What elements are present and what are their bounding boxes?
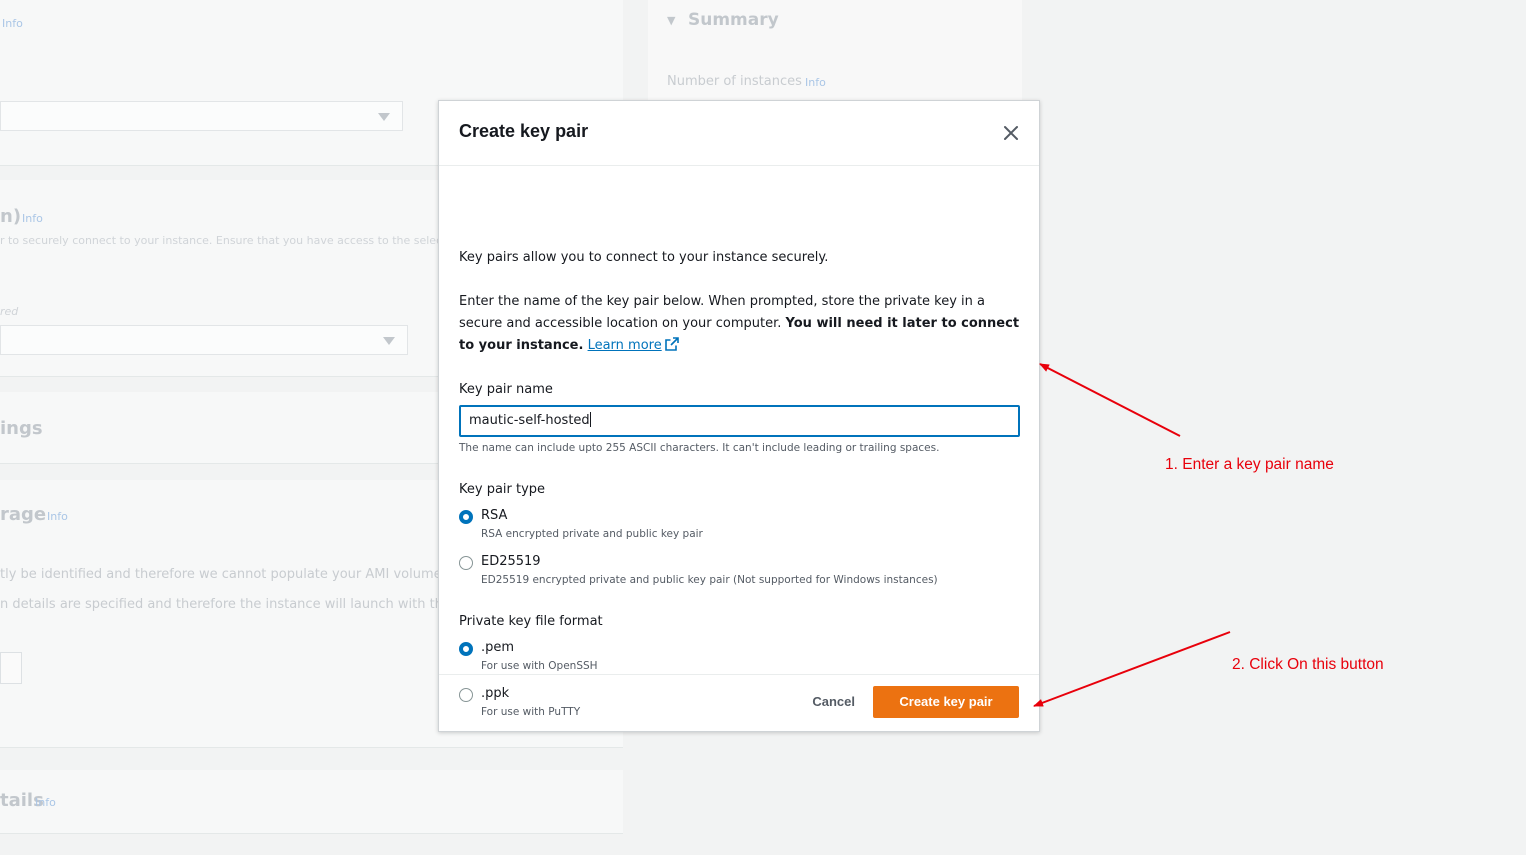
radio-label: ED25519 xyxy=(481,554,541,569)
bg-summary-title: Summary xyxy=(688,10,779,30)
text-cursor xyxy=(589,412,591,427)
bg-required-label: red xyxy=(0,305,19,318)
close-button[interactable] xyxy=(1001,123,1021,143)
bg-chevron-down-icon xyxy=(378,113,390,121)
bg-select-key-pair xyxy=(0,325,408,355)
bg-info-link: Info xyxy=(2,17,23,30)
bg-storage-line1: tly be identified and therefore we canno… xyxy=(0,567,449,582)
bg-chevron-down-icon xyxy=(383,337,395,345)
bg-info-link: Info xyxy=(47,510,68,523)
bg-key-pair-heading: n) xyxy=(0,206,22,227)
radio-button-selected[interactable] xyxy=(459,642,473,656)
bg-settings-heading: ings xyxy=(0,418,43,439)
annotation-step-1: 1. Enter a key pair name xyxy=(1165,456,1334,473)
annotation-step-2: 2. Click On this button xyxy=(1232,656,1384,673)
radio-description: For use with OpenSSH xyxy=(481,660,598,672)
bg-info-link: Info xyxy=(22,212,43,225)
key-pair-type-label: Key pair type xyxy=(459,482,546,497)
radio-description: RSA encrypted private and public key pai… xyxy=(481,528,703,540)
dialog-footer: Cancel Create key pair xyxy=(439,674,1039,731)
bg-caret-down-icon: ▼ xyxy=(667,14,676,27)
instructions-text: Enter the name of the key pair below. Wh… xyxy=(459,291,1029,359)
key-pair-name-hint: The name can include upto 255 ASCII char… xyxy=(459,442,940,454)
create-key-pair-button[interactable]: Create key pair xyxy=(873,686,1019,718)
key-pair-name-label: Key pair name xyxy=(459,382,553,397)
external-link-icon xyxy=(664,337,679,359)
bg-storage-heading: rage xyxy=(0,504,47,525)
dialog-header: Create key pair xyxy=(439,101,1039,166)
intro-text: Key pairs allow you to connect to your i… xyxy=(459,250,829,265)
radio-description: ED25519 encrypted private and public key… xyxy=(481,574,938,586)
key-pair-name-value: mautic-self-hosted xyxy=(469,413,590,428)
close-icon xyxy=(1004,126,1018,140)
file-format-label: Private key file format xyxy=(459,614,603,629)
bg-button xyxy=(0,652,22,684)
radio-button[interactable] xyxy=(459,556,473,570)
radio-button-selected[interactable] xyxy=(459,510,473,524)
cancel-button[interactable]: Cancel xyxy=(812,694,855,709)
create-key-pair-dialog: Create key pair Key pairs allow you to c… xyxy=(438,100,1040,732)
bg-info-link: Info xyxy=(805,76,826,89)
learn-more-link[interactable]: Learn more xyxy=(588,338,662,353)
bg-info-link: Info xyxy=(35,796,56,809)
bg-instances-label: Number of instances xyxy=(667,74,802,89)
radio-label: .pem xyxy=(481,640,515,655)
bg-key-pair-desc: r to securely connect to your instance. … xyxy=(0,234,461,247)
bg-storage-line2: n details are specified and therefore th… xyxy=(0,597,464,612)
radio-label: RSA xyxy=(481,508,508,523)
bg-select-ami xyxy=(0,101,403,131)
bg-card-details xyxy=(0,770,623,834)
key-pair-name-input[interactable]: mautic-self-hosted xyxy=(459,405,1020,437)
dialog-title: Create key pair xyxy=(459,121,589,141)
